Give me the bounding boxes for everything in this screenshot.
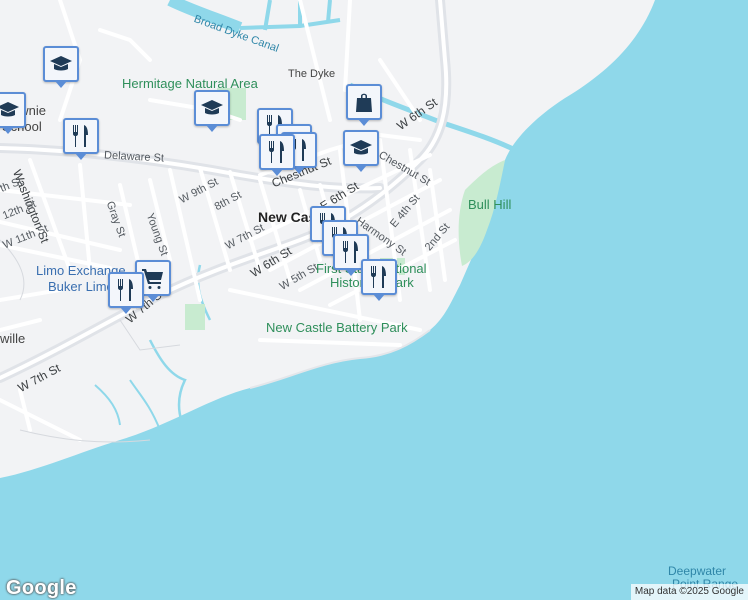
hermitage-natural-area-label: Hermitage Natural Area — [122, 76, 258, 91]
bull-hill-label: Bull Hill — [468, 197, 512, 212]
park-area — [185, 304, 205, 330]
deepwater-label: Deepwater — [668, 564, 727, 578]
school-icon[interactable] — [43, 46, 79, 88]
buker-limo-label: Buker Limo — [48, 279, 114, 294]
the-dyke-label: The Dyke — [288, 68, 336, 80]
google-logo: Google — [6, 577, 77, 599]
shopping-bag-icon[interactable] — [346, 84, 382, 126]
battery-park-label: New Castle Battery Park — [266, 320, 408, 335]
school-icon[interactable] — [0, 92, 26, 134]
school-icon[interactable] — [343, 130, 379, 172]
restaurant-icon[interactable] — [108, 272, 144, 314]
school-icon[interactable] — [194, 90, 230, 132]
map-attribution: Map data ©2025 Google — [630, 584, 748, 600]
restaurant-icon[interactable] — [259, 134, 295, 176]
restaurant-icon[interactable] — [63, 118, 99, 160]
wille-label: wille — [0, 331, 26, 346]
map-canvas[interactable]: Broad Dyke Canal The Dyke Hermitage Natu… — [0, 0, 748, 600]
restaurant-icon[interactable] — [361, 259, 397, 301]
